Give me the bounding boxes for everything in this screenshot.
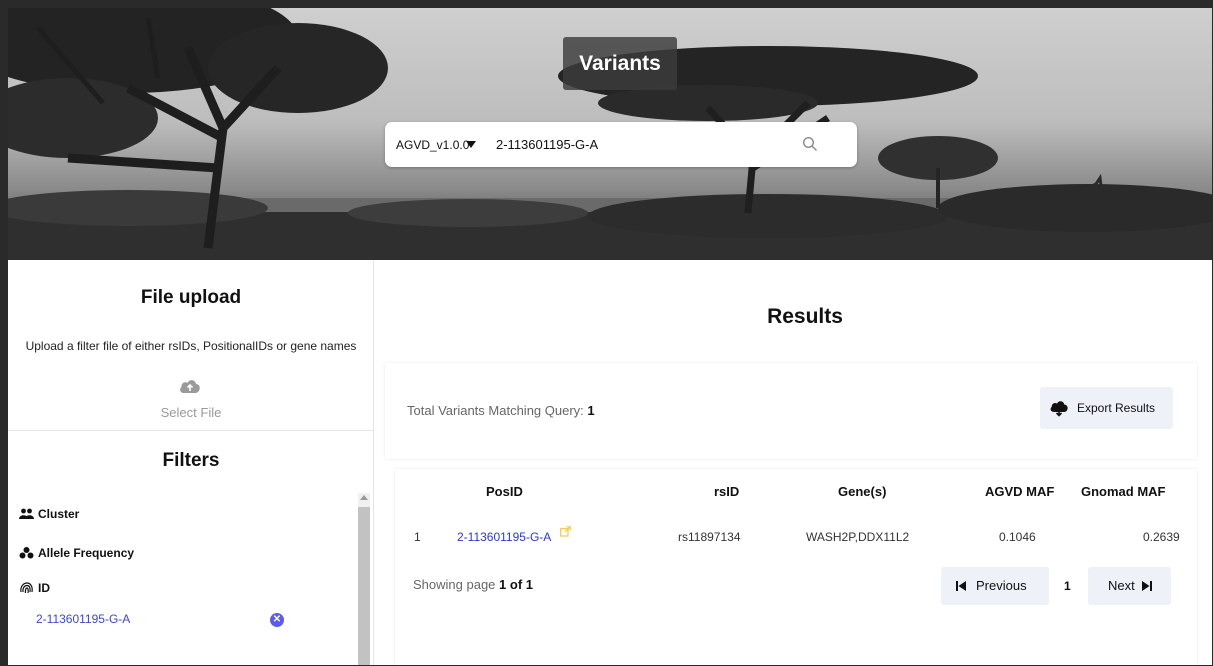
column-header-posid[interactable]: PosID bbox=[486, 484, 523, 499]
results-table: PosID rsID Gene(s) AGVD MAF Gnomad MAF 1… bbox=[395, 469, 1197, 665]
select-file-button[interactable]: Select File bbox=[8, 405, 374, 420]
filters-title: Filters bbox=[162, 450, 220, 471]
next-page-button[interactable]: Next bbox=[1088, 567, 1171, 605]
gnomad-maf-cell: 0.2639 bbox=[1143, 530, 1180, 544]
file-upload-title: File upload bbox=[140, 287, 242, 308]
filter-cluster[interactable]: Cluster bbox=[19, 507, 79, 521]
fingerprint-icon bbox=[20, 582, 33, 594]
filter-id-label: ID bbox=[38, 581, 50, 595]
id-filter-value: 2-113601195-G-A bbox=[36, 612, 131, 626]
posid-link[interactable]: 2-113601195-G-A bbox=[457, 530, 551, 544]
remove-filter-icon[interactable]: ✕ bbox=[270, 613, 284, 627]
results-title: Results bbox=[767, 305, 843, 328]
skip-back-icon bbox=[956, 581, 966, 591]
hero-banner: Variants AGVD_v1.0.0 2-113601195-G-A bbox=[8, 8, 1212, 260]
filters-scrollbar[interactable] bbox=[358, 493, 370, 665]
row-index: 1 bbox=[414, 530, 421, 544]
page-title: Variants bbox=[563, 37, 677, 90]
filter-id[interactable]: ID bbox=[19, 581, 50, 595]
previous-page-button[interactable]: Previous bbox=[941, 567, 1049, 605]
column-header-agvd-maf[interactable]: AGVD MAF bbox=[985, 484, 1054, 499]
cloud-download-icon bbox=[1050, 401, 1068, 417]
current-page-number: 1 bbox=[1064, 579, 1071, 593]
panel-divider bbox=[8, 430, 374, 431]
caret-down-icon[interactable] bbox=[466, 141, 476, 148]
previous-label: Previous bbox=[976, 578, 1027, 593]
search-input[interactable]: 2-113601195-G-A bbox=[496, 137, 598, 152]
external-link-icon[interactable] bbox=[560, 526, 571, 537]
next-label: Next bbox=[1108, 578, 1135, 593]
export-results-label: Export Results bbox=[1077, 401, 1156, 415]
scroll-up-arrow-icon[interactable] bbox=[360, 495, 368, 500]
rsid-cell: rs11897134 bbox=[678, 530, 741, 544]
filter-cluster-label: Cluster bbox=[38, 507, 80, 521]
app-frame: Variants AGVD_v1.0.0 2-113601195-G-A Fil… bbox=[0, 0, 1213, 666]
scroll-thumb[interactable] bbox=[358, 507, 370, 665]
total-variants-value: 1 bbox=[587, 403, 595, 418]
cluster-icon bbox=[19, 547, 34, 559]
total-variants-label: Total Variants Matching Query: bbox=[407, 403, 584, 418]
column-header-gnomad-maf[interactable]: Gnomad MAF bbox=[1081, 484, 1166, 499]
sidebar-panel: File upload Upload a filter file of eith… bbox=[8, 260, 374, 665]
users-icon bbox=[19, 508, 34, 519]
genes-cell: WASH2P,DDX11L2 bbox=[806, 530, 910, 544]
results-panel: Results Total Variants Matching Query: 1… bbox=[375, 260, 1212, 665]
dataset-version-select[interactable]: AGVD_v1.0.0 bbox=[396, 138, 469, 152]
file-upload-description: Upload a filter file of either rsIDs, Po… bbox=[25, 339, 357, 353]
column-header-genes[interactable]: Gene(s) bbox=[838, 484, 886, 499]
paging-prefix: Showing page bbox=[413, 577, 496, 592]
paging-info: Showing page 1 of 1 bbox=[413, 577, 533, 592]
cloud-upload-icon[interactable] bbox=[178, 376, 202, 396]
search-icon[interactable] bbox=[802, 136, 818, 152]
paging-value: 1 of 1 bbox=[499, 577, 533, 592]
skip-forward-icon bbox=[1142, 581, 1152, 591]
results-summary-card: Total Variants Matching Query: 1 Export … bbox=[385, 363, 1197, 459]
variant-search-bar: AGVD_v1.0.0 2-113601195-G-A bbox=[385, 122, 857, 167]
total-variants: Total Variants Matching Query: 1 bbox=[407, 403, 595, 418]
column-header-rsid[interactable]: rsID bbox=[714, 484, 739, 499]
export-results-button[interactable]: Export Results bbox=[1040, 387, 1173, 429]
filter-allele-frequency[interactable]: Allele Frequency bbox=[19, 546, 134, 560]
agvd-maf-cell: 0.1046 bbox=[999, 530, 1036, 544]
filter-allele-frequency-label: Allele Frequency bbox=[38, 546, 135, 560]
